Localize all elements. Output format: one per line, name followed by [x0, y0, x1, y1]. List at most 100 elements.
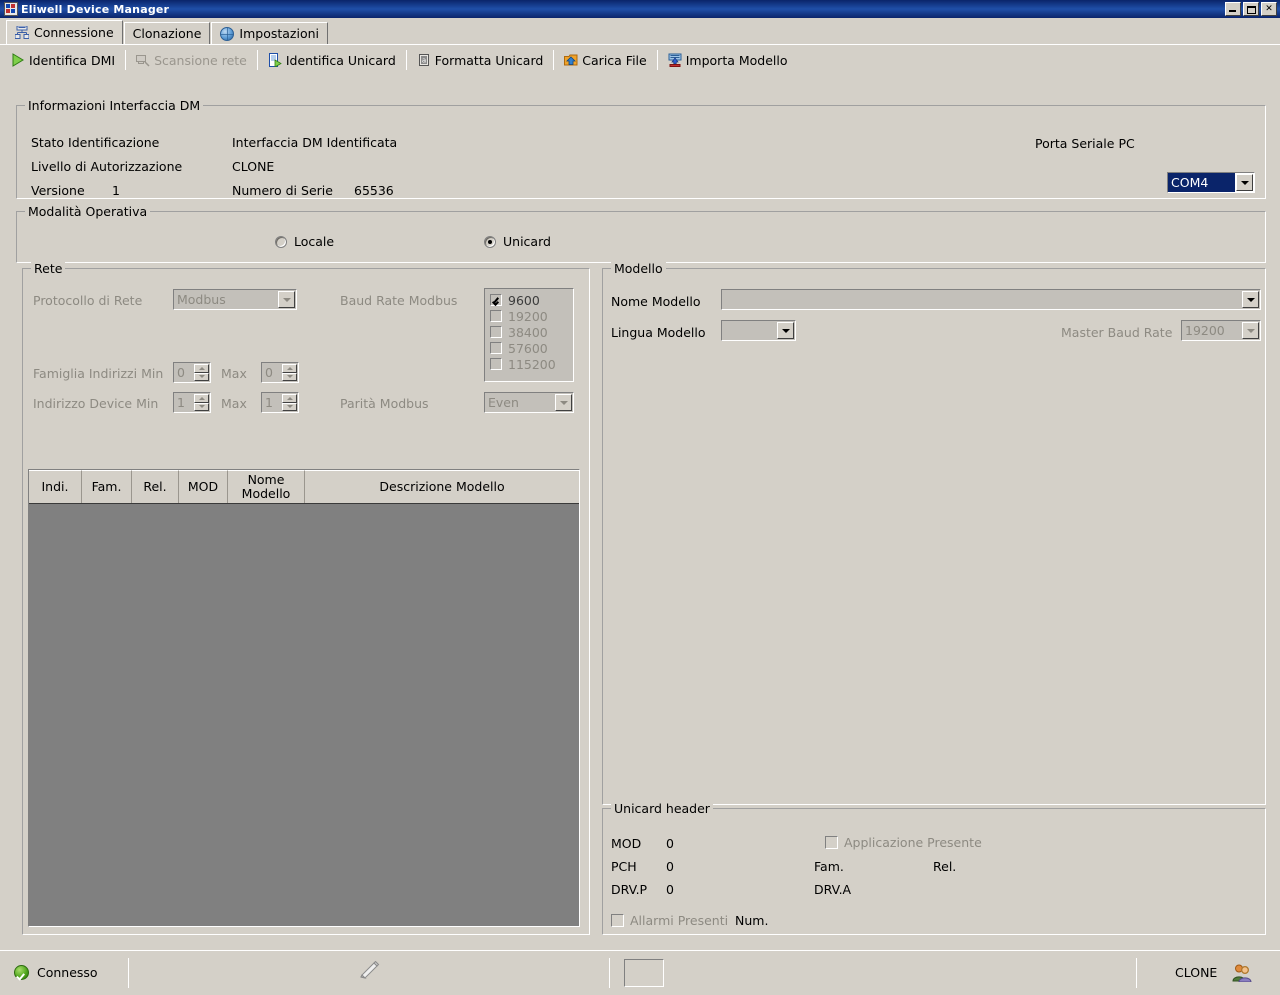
stepper-up-icon[interactable]: [194, 394, 209, 403]
porta-seriale-value: COM4: [1168, 173, 1235, 192]
table-column-rel[interactable]: Rel.: [132, 470, 179, 503]
indirizzo-device-min-stepper[interactable]: 1: [173, 392, 211, 413]
option-label: 19200: [508, 308, 548, 324]
user-level-cell: CLONE: [1137, 951, 1265, 995]
versione-value: 1: [112, 183, 120, 198]
chevron-down-icon[interactable]: [777, 322, 794, 339]
group-label: Unicard header: [611, 801, 713, 816]
table-column-fam[interactable]: Fam.: [82, 470, 132, 503]
fam-label: Fam.: [814, 859, 844, 874]
format-card-icon: a: [417, 53, 431, 67]
stepper-up-icon[interactable]: [282, 394, 297, 403]
stato-identificazione-label: Stato Identificazione: [31, 135, 160, 150]
radio-button[interactable]: [484, 235, 496, 248]
baud-rate-option[interactable]: 57600: [487, 340, 571, 356]
button-label: Importa Modello: [685, 52, 788, 68]
stepper-down-icon[interactable]: [194, 402, 209, 411]
checkbox-icon[interactable]: [490, 294, 502, 306]
stepper-down-icon[interactable]: [194, 372, 209, 381]
network-group: Rete Protocollo di Rete Modbus Famiglia …: [22, 261, 590, 935]
group-label: Modello: [611, 261, 666, 276]
scansione-rete-button[interactable]: Scansione rete: [129, 49, 254, 71]
stepper-up-icon[interactable]: [282, 364, 297, 373]
status-field[interactable]: [624, 958, 664, 987]
table-column-descrizione-modello[interactable]: Descrizione Modello: [305, 470, 579, 503]
protocollo-rete-label: Protocollo di Rete: [33, 293, 143, 308]
radio-button[interactable]: [275, 235, 287, 248]
tab-label: Clonazione: [132, 26, 202, 41]
radio-locale[interactable]: Locale: [275, 234, 334, 249]
stepper-down-icon[interactable]: [282, 372, 297, 381]
checkbox-label: Applicazione Presente: [844, 835, 982, 850]
famiglia-indirizzi-max-stepper[interactable]: 0: [261, 362, 299, 383]
checkbox-icon[interactable]: [611, 914, 624, 927]
baud-rate-option[interactable]: 19200: [487, 308, 571, 324]
master-baud-rate-value: 19200: [1185, 323, 1225, 338]
parita-modbus-combobox[interactable]: Even: [484, 392, 574, 413]
stepper-down-icon[interactable]: [282, 402, 297, 411]
checkbox-icon[interactable]: [490, 342, 502, 354]
baud-rate-option[interactable]: 9600: [487, 292, 571, 308]
tab-connessione[interactable]: Connessione: [6, 20, 123, 44]
close-button[interactable]: ✕: [1261, 2, 1277, 16]
import-model-icon: [668, 53, 682, 67]
carica-file-button[interactable]: Carica File: [557, 49, 653, 71]
toolbar-separator: [256, 50, 258, 70]
checkbox-icon[interactable]: [825, 836, 838, 849]
checkbox-icon[interactable]: [490, 326, 502, 338]
identifica-unicard-button[interactable]: Identifica Unicard: [261, 49, 403, 71]
operating-mode-group: Modalità Operativa Locale Unicard: [16, 204, 1266, 263]
baud-rate-modbus-label: Baud Rate Modbus: [340, 293, 458, 308]
importa-modello-button[interactable]: Importa Modello: [661, 49, 795, 71]
porta-seriale-combobox[interactable]: COM4: [1167, 172, 1255, 193]
toolbar-separator: [553, 50, 555, 70]
table-body[interactable]: [29, 504, 579, 926]
identifica-dmi-button[interactable]: Identifica DMI: [4, 49, 122, 71]
chevron-down-icon[interactable]: [1242, 322, 1259, 339]
chevron-down-icon[interactable]: [1242, 291, 1259, 308]
indirizzo-device-min-value: 1: [177, 395, 185, 410]
nome-modello-combobox[interactable]: [721, 289, 1261, 310]
baud-rate-option[interactable]: 115200: [487, 356, 571, 372]
radio-label: Unicard: [503, 234, 551, 249]
users-icon: [1231, 964, 1252, 983]
option-label: 9600: [508, 292, 540, 308]
livello-autorizzazione-label: Livello di Autorizzazione: [31, 159, 183, 174]
protocollo-rete-combobox[interactable]: Modbus: [173, 289, 297, 310]
maximize-restore-button[interactable]: [1243, 2, 1259, 16]
table-header-row: Indi. Fam. Rel. MOD Nome Modello Descriz…: [29, 470, 579, 504]
checkbox-icon[interactable]: [490, 310, 502, 322]
baud-rate-checklist[interactable]: 9600 19200 38400 57600 115200: [484, 288, 574, 382]
toolbar-separator: [656, 50, 658, 70]
tab-clonazione[interactable]: Clonazione: [123, 22, 211, 44]
allarmi-presenti-checkbox[interactable]: Allarmi Presenti: [611, 913, 728, 928]
table-column-mod[interactable]: MOD: [179, 470, 228, 503]
button-label: Formatta Unicard: [434, 52, 544, 68]
table-column-indi[interactable]: Indi.: [29, 470, 82, 503]
checkbox-icon[interactable]: [490, 358, 502, 370]
option-label: 38400: [508, 324, 548, 340]
master-baud-rate-combobox[interactable]: 19200: [1181, 320, 1261, 341]
famiglia-indirizzi-min-stepper[interactable]: 0: [173, 362, 211, 383]
chevron-down-icon[interactable]: [1236, 174, 1253, 191]
user-level-label: CLONE: [1175, 965, 1218, 980]
chevron-down-icon[interactable]: [555, 394, 572, 411]
status-bar: Connesso CLONE: [0, 950, 1280, 994]
radio-unicard[interactable]: Unicard: [484, 234, 551, 249]
group-label: Modalità Operativa: [25, 204, 151, 219]
stepper-up-icon[interactable]: [194, 364, 209, 373]
chevron-down-icon[interactable]: [278, 291, 295, 308]
status-field-cell: [610, 951, 1136, 995]
indirizzo-device-max-stepper[interactable]: 1: [261, 392, 299, 413]
table-column-nome-modello[interactable]: Nome Modello: [228, 470, 305, 503]
connection-status-label: Connesso: [37, 965, 98, 980]
pch-value: 0: [666, 859, 674, 874]
tab-impostazioni[interactable]: Impostazioni: [211, 22, 329, 44]
device-table[interactable]: Indi. Fam. Rel. MOD Nome Modello Descriz…: [28, 469, 580, 927]
famiglia-indirizzi-min-value: 0: [177, 365, 185, 380]
applicazione-presente-checkbox[interactable]: Applicazione Presente: [825, 835, 982, 850]
baud-rate-option[interactable]: 38400: [487, 324, 571, 340]
formatta-unicard-button[interactable]: a Formatta Unicard: [410, 49, 551, 71]
lingua-modello-combobox[interactable]: [721, 320, 796, 341]
minimize-button[interactable]: [1225, 2, 1241, 16]
